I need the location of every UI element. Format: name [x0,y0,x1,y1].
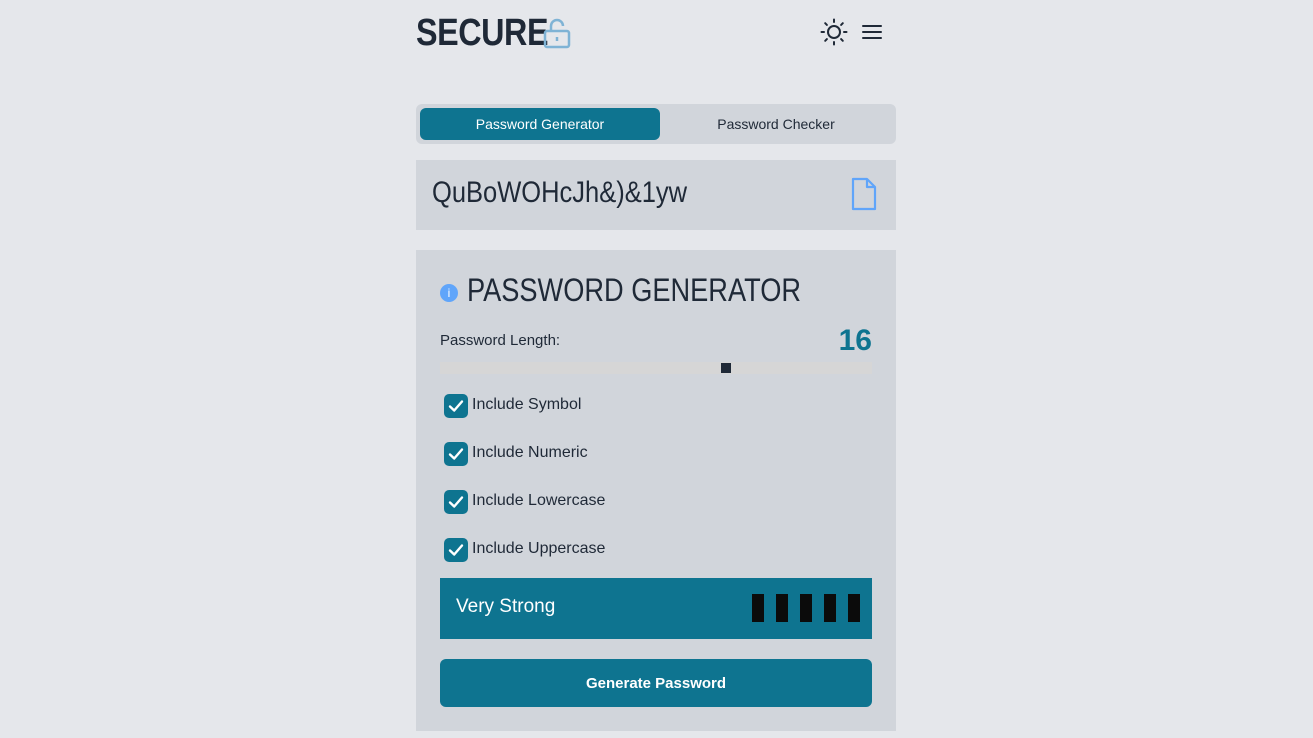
check-icon [448,496,464,508]
password-length-slider[interactable] [440,362,872,374]
option-label: Include Lowercase [472,492,606,509]
tab-bar: Password Generator Password Checker [416,104,896,144]
checkbox-checked[interactable] [444,538,468,562]
option-include-uppercase[interactable]: Include Uppercase [444,538,744,562]
option-label: Include Numeric [472,444,588,461]
option-include-lowercase[interactable]: Include Lowercase [444,490,744,514]
strength-bar [824,594,836,622]
check-icon [448,400,464,412]
hamburger-menu-icon[interactable] [860,20,884,44]
info-icon[interactable]: i [440,284,458,302]
option-include-numeric[interactable]: Include Numeric [444,442,744,466]
copy-document-icon[interactable] [850,177,878,211]
password-length-label: Password Length: [440,332,561,349]
option-label: Include Symbol [472,396,582,413]
slider-thumb[interactable] [721,363,732,373]
checkbox-checked[interactable] [444,394,468,418]
sun-icon[interactable] [820,18,848,46]
unlock-icon [543,18,571,49]
brand-logo-text: SECURE [416,12,549,54]
generated-password[interactable]: QuBoWOHcJh&)&1yw [432,176,687,210]
password-output: QuBoWOHcJh&)&1yw [416,160,896,230]
strength-bar [776,594,788,622]
tab-password-generator[interactable]: Password Generator [420,108,660,140]
checkbox-checked[interactable] [444,490,468,514]
strength-bar [848,594,860,622]
app-container: SECURE Password Generator Password Check… [416,0,896,731]
strength-indicator: Very Strong [440,578,872,639]
option-include-symbol[interactable]: Include Symbol [444,394,744,418]
header: SECURE [416,0,896,70]
generator-panel: i PASSWORD GENERATOR Password Length: 16… [416,250,896,731]
strength-label: Very Strong [456,596,556,617]
generate-password-button[interactable]: Generate Password [440,659,872,707]
check-icon [448,448,464,460]
check-icon [448,544,464,556]
strength-bar [800,594,812,622]
password-length-value: 16 [838,324,872,357]
strength-bars [740,594,860,622]
strength-bar [752,594,764,622]
checkbox-checked[interactable] [444,442,468,466]
option-label: Include Uppercase [472,540,606,557]
panel-title: PASSWORD GENERATOR [467,272,801,308]
tab-password-checker[interactable]: Password Checker [656,108,896,140]
